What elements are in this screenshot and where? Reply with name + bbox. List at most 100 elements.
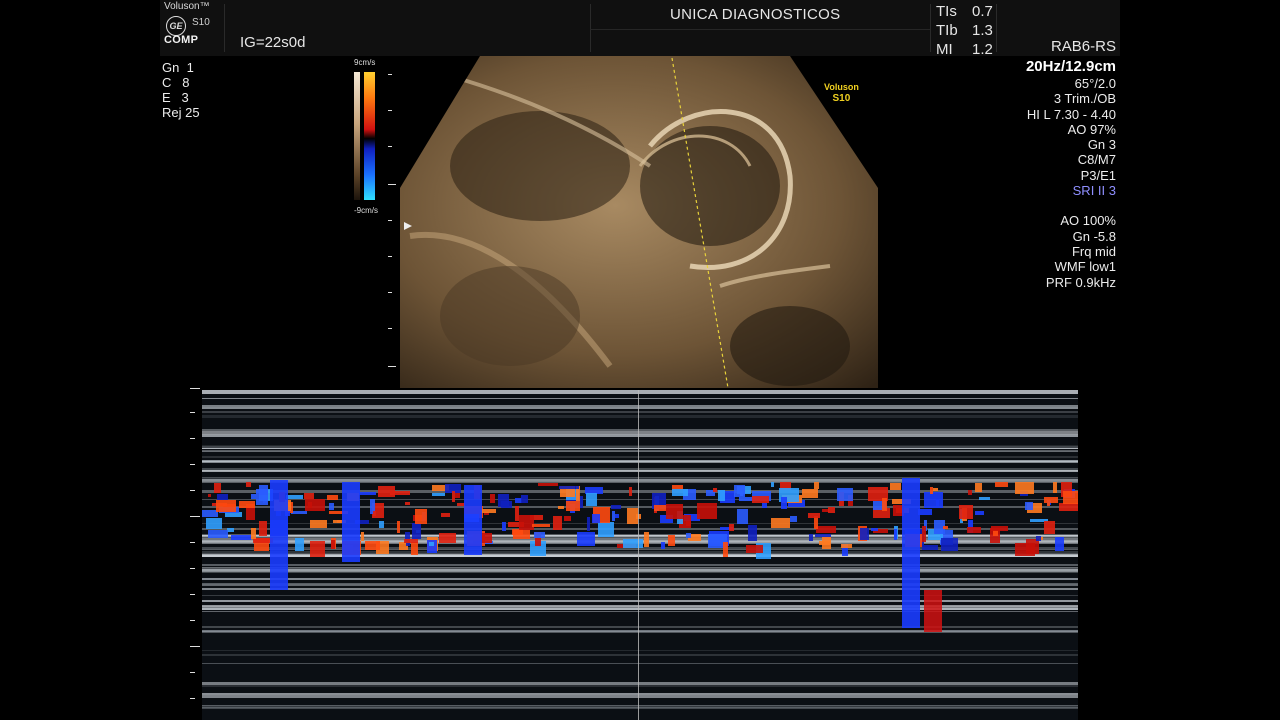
echo-band	[202, 555, 1078, 557]
doppler-pixel	[771, 518, 790, 528]
doppler-pixel	[1025, 502, 1033, 510]
echo-band	[202, 456, 1078, 458]
doppler-pixel	[1055, 537, 1064, 551]
color-m-mode-trace	[202, 390, 1078, 720]
echo-band	[202, 551, 1078, 553]
param-line: 3 Trim./OB	[1053, 91, 1116, 107]
doppler-streak	[342, 482, 360, 562]
doppler-pixel	[737, 509, 748, 524]
frame-rate-depth: 20Hz/12.9cm	[1025, 58, 1116, 75]
color-param-line: Gn -5.8	[1072, 228, 1116, 244]
doppler-pixel	[748, 525, 757, 541]
doppler-pixel	[378, 486, 395, 497]
doppler-pixel	[623, 539, 643, 548]
doppler-pixel	[611, 505, 621, 509]
doppler-streak	[924, 590, 942, 632]
doppler-pixel	[206, 518, 222, 529]
echo-band	[202, 654, 1078, 656]
doppler-pixel	[558, 506, 564, 509]
param-line: HI L 7.30 - 4.40	[1026, 106, 1116, 122]
echo-band	[202, 569, 1078, 572]
doppler-pixel	[924, 492, 943, 508]
acoustic-output: TIs 0.7 TIb 1.3 MI 1.2	[936, 2, 993, 59]
echo-band	[202, 411, 1078, 413]
acoustic-row: TIs 0.7	[936, 2, 993, 21]
acoustic-label: MI	[936, 41, 953, 58]
echo-band	[202, 583, 1078, 585]
echo-band	[202, 429, 1078, 431]
depth-tick	[190, 646, 200, 647]
doppler-pixel	[882, 498, 887, 511]
doppler-pixel	[995, 482, 1008, 487]
doppler-pixel	[295, 538, 304, 551]
doppler-pixel	[239, 501, 255, 508]
doppler-streak	[270, 480, 288, 590]
doppler-pixel	[397, 521, 400, 533]
acoustic-value: 1.2	[972, 41, 993, 58]
echo-band	[202, 630, 1078, 632]
doppler-pixel	[227, 528, 234, 532]
doppler-pixel	[481, 509, 496, 513]
echo-band	[202, 611, 1078, 612]
doppler-pixel	[251, 528, 256, 539]
header-divider	[224, 4, 225, 52]
doppler-pixel	[214, 483, 221, 493]
doppler-pixel	[577, 532, 595, 546]
echo-band	[202, 523, 1078, 524]
echo-band	[202, 682, 1078, 685]
doppler-pixel	[729, 524, 734, 531]
depth-tick	[190, 594, 195, 595]
doppler-pixel	[373, 511, 376, 516]
doppler-pixel	[538, 483, 558, 486]
doppler-pixel	[429, 542, 434, 546]
doppler-pixel	[1047, 503, 1050, 506]
doppler-pixel	[1036, 536, 1041, 541]
echo-band	[202, 567, 1078, 568]
echo-band	[202, 605, 1078, 607]
doppler-pixel	[217, 494, 228, 500]
color-param-line: AO 100%	[1060, 213, 1116, 229]
doppler-pixel	[808, 513, 820, 518]
depth-tick	[190, 620, 195, 621]
doppler-pixel	[615, 514, 619, 518]
doppler-pixel	[922, 526, 926, 542]
doppler-pixel	[521, 495, 528, 503]
doppler-pixel	[661, 542, 665, 549]
ultrasound-screen: Voluson™ GE S10 COMP IG=22s0d UNICA DIAG…	[160, 0, 1120, 720]
image-parameters-right: 20Hz/12.9cm 65°/2.0 3 Trim./OB HI L 7.30…	[1026, 58, 1116, 290]
echo-band	[202, 415, 1078, 418]
doppler-pixel	[822, 509, 829, 512]
doppler-pixel	[404, 539, 418, 543]
color-param-line: PRF 0.9kHz	[1045, 274, 1116, 290]
doppler-pixel	[672, 489, 688, 496]
doppler-pixel	[490, 494, 495, 503]
echo-band	[202, 600, 1078, 602]
doppler-pixel	[379, 521, 384, 528]
param-row: E 3	[162, 90, 200, 105]
depth-tick	[190, 542, 195, 543]
voluson-overlay-model: S10	[832, 93, 851, 104]
doppler-pixel	[259, 521, 267, 536]
model-name: S10	[192, 17, 210, 28]
depth-tick	[190, 672, 195, 673]
doppler-pixel	[837, 488, 853, 501]
color-map-bar	[364, 72, 375, 200]
doppler-pixel	[819, 541, 830, 545]
doppler-pixel	[427, 540, 437, 553]
doppler-streak	[464, 485, 482, 555]
echo-band	[202, 398, 1078, 399]
echo-band	[202, 478, 1078, 481]
echo-band	[202, 446, 1078, 449]
voluson-overlay-label: Voluson S10	[824, 82, 859, 104]
doppler-pixel	[310, 520, 327, 528]
acoustic-label: TIs	[936, 3, 957, 20]
doppler-pixel	[933, 488, 938, 491]
doppler-pixel	[1059, 503, 1078, 511]
acoustic-value: 0.7	[972, 3, 993, 20]
doppler-pixel	[790, 516, 797, 522]
echo-band	[202, 663, 1078, 664]
doppler-pixel	[959, 505, 973, 519]
doppler-pixel	[598, 522, 614, 537]
doppler-pixel	[452, 491, 455, 502]
depth-tick	[190, 464, 195, 465]
